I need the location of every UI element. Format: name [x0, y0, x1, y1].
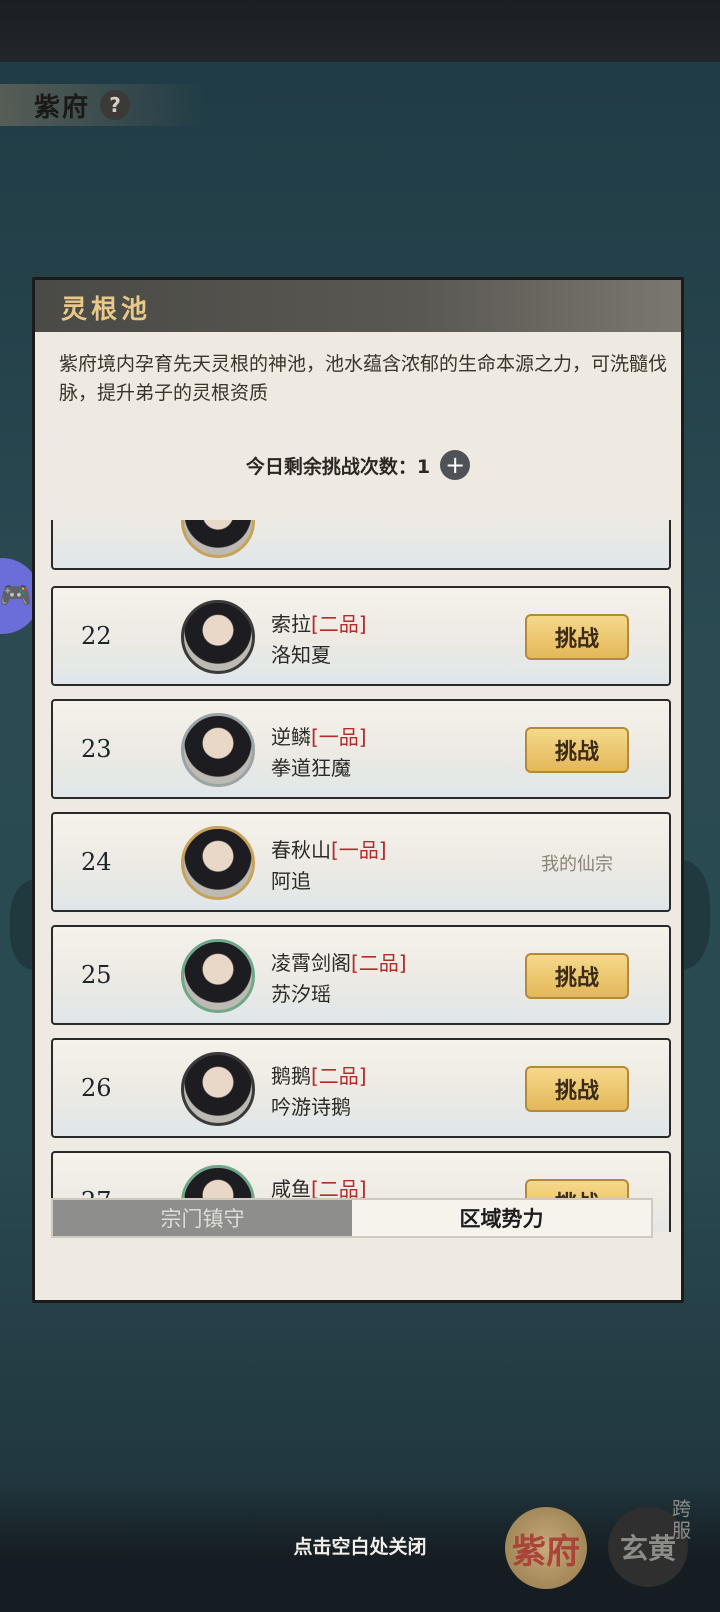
- sect-grade: [二品]: [311, 612, 367, 636]
- avatar[interactable]: [181, 713, 255, 787]
- sect-grade: [二品]: [311, 1064, 367, 1088]
- page-title: 紫府: [34, 92, 91, 123]
- sect-line: 凌霄剑阁[二品]: [271, 947, 407, 976]
- rank-number: 23: [81, 735, 112, 763]
- player-name: 苏汐瑶: [271, 982, 331, 1006]
- ranking-list[interactable]: 22 索拉[二品] 洛知夏 挑战 23 逆鳞[一品] 拳道狂魔 挑战 24 春秋…: [51, 520, 671, 1232]
- challenge-button[interactable]: 挑战: [525, 1066, 629, 1112]
- panel-header: 灵根池: [35, 280, 681, 332]
- tab-regional-power[interactable]: 区域势力: [352, 1200, 651, 1236]
- sect-grade: [一品]: [311, 725, 367, 749]
- sect-name: 逆鳞: [271, 725, 311, 749]
- sect-line: 索拉[二品]: [271, 608, 367, 637]
- rank-number: 22: [81, 622, 112, 650]
- list-item: [51, 520, 671, 570]
- rank-number: 24: [81, 848, 112, 876]
- gamepad-icon: 🎮: [0, 581, 33, 611]
- challenge-button[interactable]: 挑战: [525, 953, 629, 999]
- tab-sect-guard[interactable]: 宗门镇守: [53, 1200, 352, 1236]
- player-name: 洛知夏: [271, 643, 331, 667]
- zifu-seal-button[interactable]: 紫府: [505, 1507, 587, 1589]
- panel-title: 灵根池: [61, 295, 152, 325]
- help-icon[interactable]: ?: [100, 90, 131, 120]
- sect-line: 鹅鹅[二品]: [271, 1060, 367, 1089]
- rank-number: 26: [81, 1074, 112, 1102]
- remaining-label: 今日剩余挑战次数：1: [245, 455, 431, 478]
- list-item: 26 鹅鹅[二品] 吟游诗鹅 挑战: [51, 1038, 671, 1138]
- avatar[interactable]: [181, 600, 255, 674]
- avatar[interactable]: [181, 1052, 255, 1126]
- remaining-challenges: 今日剩余挑战次数：1 +: [35, 450, 681, 480]
- sect-line: 逆鳞[一品]: [271, 721, 367, 750]
- player-name: 阿追: [271, 869, 311, 893]
- sect-name: 索拉: [271, 612, 311, 636]
- sect-name: 鹅鹅: [271, 1064, 311, 1088]
- panel-description: 紫府境内孕育先天灵根的神池，池水蕴含浓郁的生命本源之力，可洗髓伐脉，提升弟子的灵…: [59, 353, 668, 404]
- avatar[interactable]: [181, 826, 255, 900]
- list-item: 22 索拉[二品] 洛知夏 挑战: [51, 586, 671, 686]
- challenge-button[interactable]: 挑战: [525, 727, 629, 773]
- sect-name: 春秋山: [271, 838, 331, 862]
- rank-number: 25: [81, 961, 112, 989]
- player-name: 吟游诗鹅: [271, 1095, 351, 1119]
- cross-server-label: 跨服: [672, 1498, 692, 1542]
- spirit-root-pool-panel: 灵根池 紫府境内孕育先天灵根的神池，池水蕴含浓郁的生命本源之力，可洗髓伐脉，提升…: [32, 277, 684, 1303]
- challenge-button[interactable]: 挑战: [525, 614, 629, 660]
- page-header: 紫府 ?: [0, 84, 205, 126]
- top-bar: [0, 0, 720, 62]
- list-item: 25 凌霄剑阁[二品] 苏汐瑶 挑战: [51, 925, 671, 1025]
- avatar[interactable]: [181, 939, 255, 1013]
- list-item: 23 逆鳞[一品] 拳道狂魔 挑战: [51, 699, 671, 799]
- add-attempts-button[interactable]: +: [440, 450, 471, 480]
- avatar: [181, 520, 255, 558]
- tab-bar: 宗门镇守 区域势力: [51, 1198, 653, 1238]
- sect-grade: [一品]: [331, 838, 387, 862]
- sect-name: 凌霄剑阁: [271, 951, 351, 975]
- player-name: 拳道狂魔: [271, 756, 351, 780]
- my-sect-label: 我的仙宗: [541, 854, 613, 875]
- sect-grade: [二品]: [351, 951, 407, 975]
- list-item: 24 春秋山[一品] 阿追 我的仙宗: [51, 812, 671, 912]
- sect-line: 春秋山[一品]: [271, 834, 387, 863]
- remaining-count: 1: [416, 455, 431, 478]
